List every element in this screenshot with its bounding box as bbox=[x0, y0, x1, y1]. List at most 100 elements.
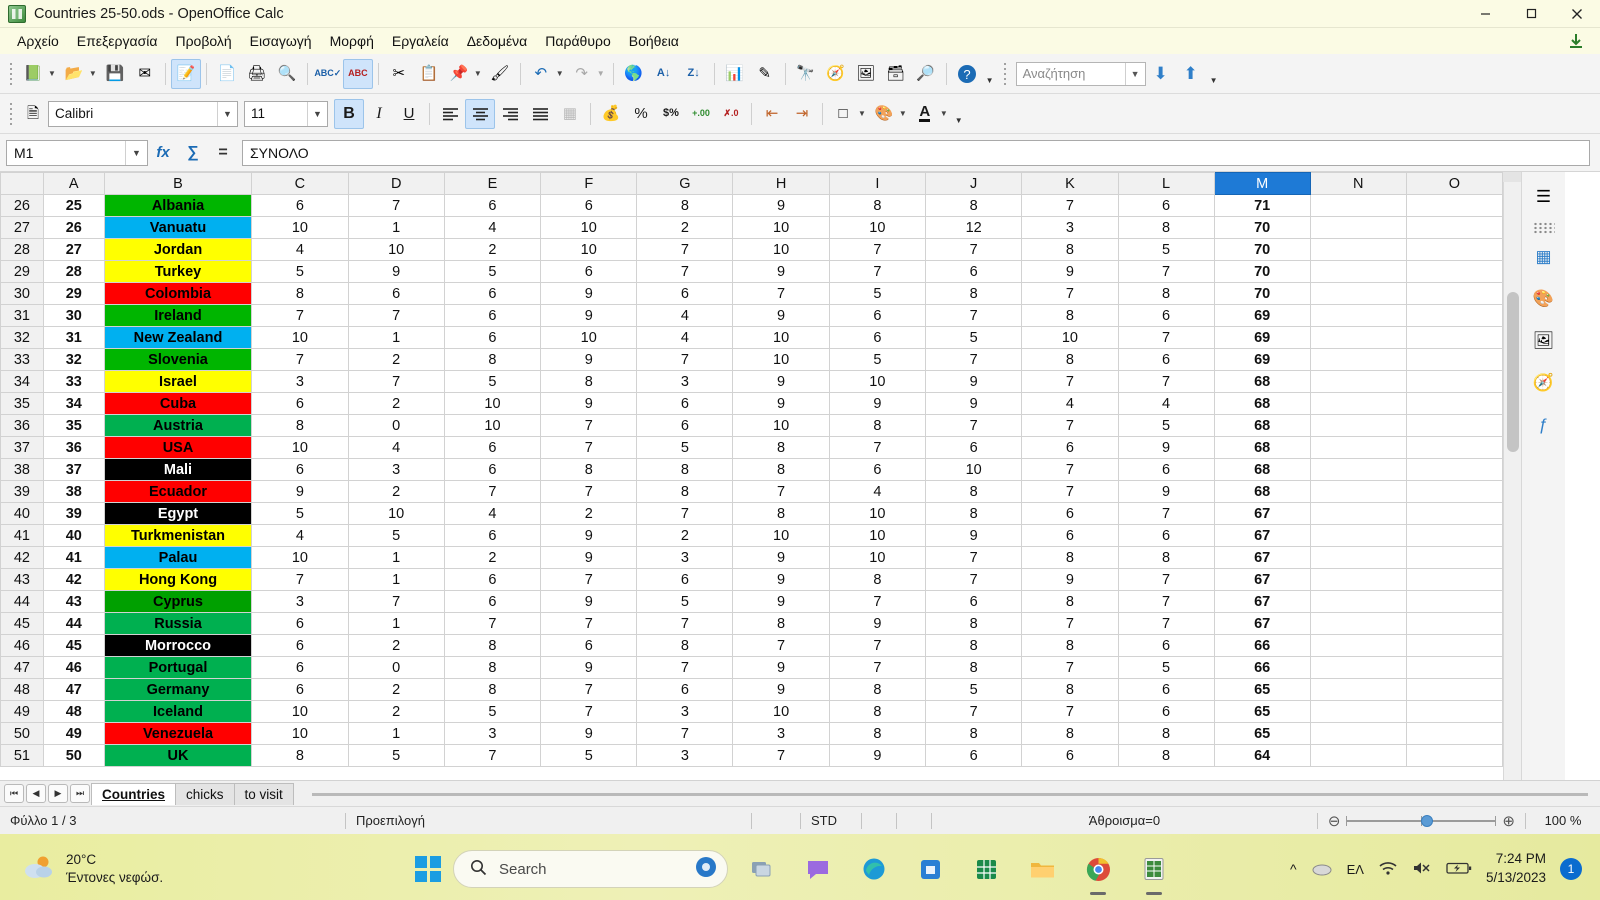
cell-score[interactable]: 7 bbox=[252, 349, 348, 371]
cell-score[interactable]: 7 bbox=[733, 283, 829, 305]
cell-score[interactable]: 6 bbox=[444, 569, 540, 591]
cell-score[interactable]: 7 bbox=[829, 261, 925, 283]
cell-score[interactable]: 8 bbox=[444, 657, 540, 679]
font-color-icon[interactable]: A bbox=[910, 99, 940, 129]
cell-score[interactable]: 9 bbox=[926, 525, 1022, 547]
cell-score[interactable]: 8 bbox=[1118, 547, 1214, 569]
cell-rank[interactable]: 43 bbox=[43, 591, 104, 613]
search-toolbar-overflow-button[interactable]: ▼ bbox=[1206, 59, 1222, 89]
cell-empty[interactable] bbox=[1310, 195, 1406, 217]
insert-mode[interactable] bbox=[752, 807, 800, 835]
cell-score[interactable]: 6 bbox=[1118, 195, 1214, 217]
align-justified-icon[interactable] bbox=[525, 99, 555, 129]
row-header[interactable]: 31 bbox=[1, 305, 44, 327]
cell-total[interactable]: 68 bbox=[1214, 437, 1310, 459]
cell-empty[interactable] bbox=[1310, 525, 1406, 547]
cell-country[interactable]: New Zealand bbox=[104, 327, 252, 349]
cell-score[interactable]: 0 bbox=[348, 415, 444, 437]
row-header[interactable]: 36 bbox=[1, 415, 44, 437]
cell-empty[interactable] bbox=[1310, 217, 1406, 239]
cell-score[interactable]: 7 bbox=[541, 415, 637, 437]
cell-score[interactable]: 6 bbox=[637, 393, 733, 415]
cell-country[interactable]: Egypt bbox=[104, 503, 252, 525]
maximize-button[interactable] bbox=[1508, 0, 1554, 28]
cell-empty[interactable] bbox=[1406, 701, 1502, 723]
cell-score[interactable]: 6 bbox=[1118, 349, 1214, 371]
cell-score[interactable]: 6 bbox=[1118, 635, 1214, 657]
cell-score[interactable]: 6 bbox=[444, 525, 540, 547]
table-row[interactable]: 3130Ireland776949678669 bbox=[1, 305, 1503, 327]
cell-country[interactable]: Hong Kong bbox=[104, 569, 252, 591]
cell-score[interactable]: 7 bbox=[733, 481, 829, 503]
cell-empty[interactable] bbox=[1310, 371, 1406, 393]
cell-score[interactable]: 6 bbox=[444, 327, 540, 349]
cell-score[interactable]: 10 bbox=[733, 349, 829, 371]
row-header[interactable]: 44 bbox=[1, 591, 44, 613]
cell-score[interactable]: 9 bbox=[829, 745, 925, 767]
cell-score[interactable]: 4 bbox=[1022, 393, 1118, 415]
font-size-dropdown-icon[interactable]: ▼ bbox=[307, 102, 327, 126]
menu-file[interactable]: Αρχείο bbox=[8, 31, 68, 51]
cell-score[interactable]: 8 bbox=[637, 195, 733, 217]
table-row[interactable]: 2726Vanuatu10141021010123870 bbox=[1, 217, 1503, 239]
cell-score[interactable]: 9 bbox=[1022, 569, 1118, 591]
cell-score[interactable]: 1 bbox=[348, 723, 444, 745]
cell-score[interactable]: 10 bbox=[541, 217, 637, 239]
cell-score[interactable]: 7 bbox=[444, 613, 540, 635]
cell-score[interactable]: 8 bbox=[444, 679, 540, 701]
row-header[interactable]: 50 bbox=[1, 723, 44, 745]
cell-total[interactable]: 67 bbox=[1214, 613, 1310, 635]
cell-total[interactable]: 64 bbox=[1214, 745, 1310, 767]
cell-empty[interactable] bbox=[1310, 591, 1406, 613]
cell-score[interactable]: 7 bbox=[1118, 569, 1214, 591]
table-row[interactable]: 2625Albania676689887671 bbox=[1, 195, 1503, 217]
sidebar-styles-icon[interactable]: 🎨 bbox=[1527, 282, 1561, 316]
font-color-dropdown[interactable]: ▼ bbox=[940, 109, 948, 118]
find-replace-icon[interactable]: 🔭 bbox=[791, 59, 821, 89]
cell-score[interactable]: 2 bbox=[348, 481, 444, 503]
cell-score[interactable]: 7 bbox=[926, 305, 1022, 327]
language-indicator[interactable]: ΕΛ bbox=[1347, 862, 1364, 877]
cell-empty[interactable] bbox=[1406, 437, 1502, 459]
cell-score[interactable]: 1 bbox=[348, 569, 444, 591]
sidebar-settings-icon[interactable]: ☰ bbox=[1527, 180, 1561, 214]
sidebar-gallery-icon[interactable]: 🖼 bbox=[1527, 324, 1561, 358]
column-header-b[interactable]: B bbox=[104, 173, 252, 195]
table-row[interactable]: 3029Colombia866967587870 bbox=[1, 283, 1503, 305]
find-next-icon[interactable]: ⬇ bbox=[1146, 59, 1176, 89]
cell-country[interactable]: Germany bbox=[104, 679, 252, 701]
cell-score[interactable]: 5 bbox=[444, 371, 540, 393]
row-header[interactable]: 32 bbox=[1, 327, 44, 349]
cell-score[interactable]: 7 bbox=[829, 635, 925, 657]
cloud-icon[interactable] bbox=[1311, 860, 1333, 879]
row-header[interactable]: 40 bbox=[1, 503, 44, 525]
cell-rank[interactable]: 37 bbox=[43, 459, 104, 481]
cell-empty[interactable] bbox=[1310, 283, 1406, 305]
zoom-out-icon[interactable]: ⊖ bbox=[1328, 812, 1341, 830]
cell-score[interactable]: 9 bbox=[733, 569, 829, 591]
new-document-dropdown[interactable]: ▼ bbox=[48, 69, 56, 78]
row-header[interactable]: 29 bbox=[1, 261, 44, 283]
cell-score[interactable]: 10 bbox=[926, 459, 1022, 481]
data-sources-icon[interactable]: 🗃 bbox=[881, 59, 911, 89]
styles-and-formatting-icon[interactable]: 🗎 bbox=[18, 99, 48, 129]
cell-empty[interactable] bbox=[1406, 723, 1502, 745]
toolbar-overflow-button[interactable]: ▼ bbox=[982, 59, 998, 89]
cell-score[interactable]: 8 bbox=[1118, 217, 1214, 239]
cell-country[interactable]: UK bbox=[104, 745, 252, 767]
table-row[interactable]: 3231New Zealand1016104106510769 bbox=[1, 327, 1503, 349]
cell-score[interactable]: 10 bbox=[252, 437, 348, 459]
horizontal-scrollbar[interactable] bbox=[312, 787, 1588, 801]
table-row[interactable]: 4241Palau10129391078867 bbox=[1, 547, 1503, 569]
task-view-icon[interactable] bbox=[740, 847, 784, 891]
cell-total[interactable]: 68 bbox=[1214, 393, 1310, 415]
font-size-input[interactable]: 11 ▼ bbox=[244, 101, 328, 127]
table-row[interactable]: 4847Germany628769858665 bbox=[1, 679, 1503, 701]
cell-score[interactable]: 7 bbox=[348, 305, 444, 327]
vertical-scrollbar[interactable] bbox=[1503, 172, 1521, 780]
cell-score[interactable]: 7 bbox=[1118, 371, 1214, 393]
column-header-e[interactable]: E bbox=[444, 173, 540, 195]
cell-score[interactable]: 6 bbox=[926, 745, 1022, 767]
column-header-j[interactable]: J bbox=[926, 173, 1022, 195]
zoom-level[interactable]: 100 % bbox=[1526, 807, 1600, 835]
